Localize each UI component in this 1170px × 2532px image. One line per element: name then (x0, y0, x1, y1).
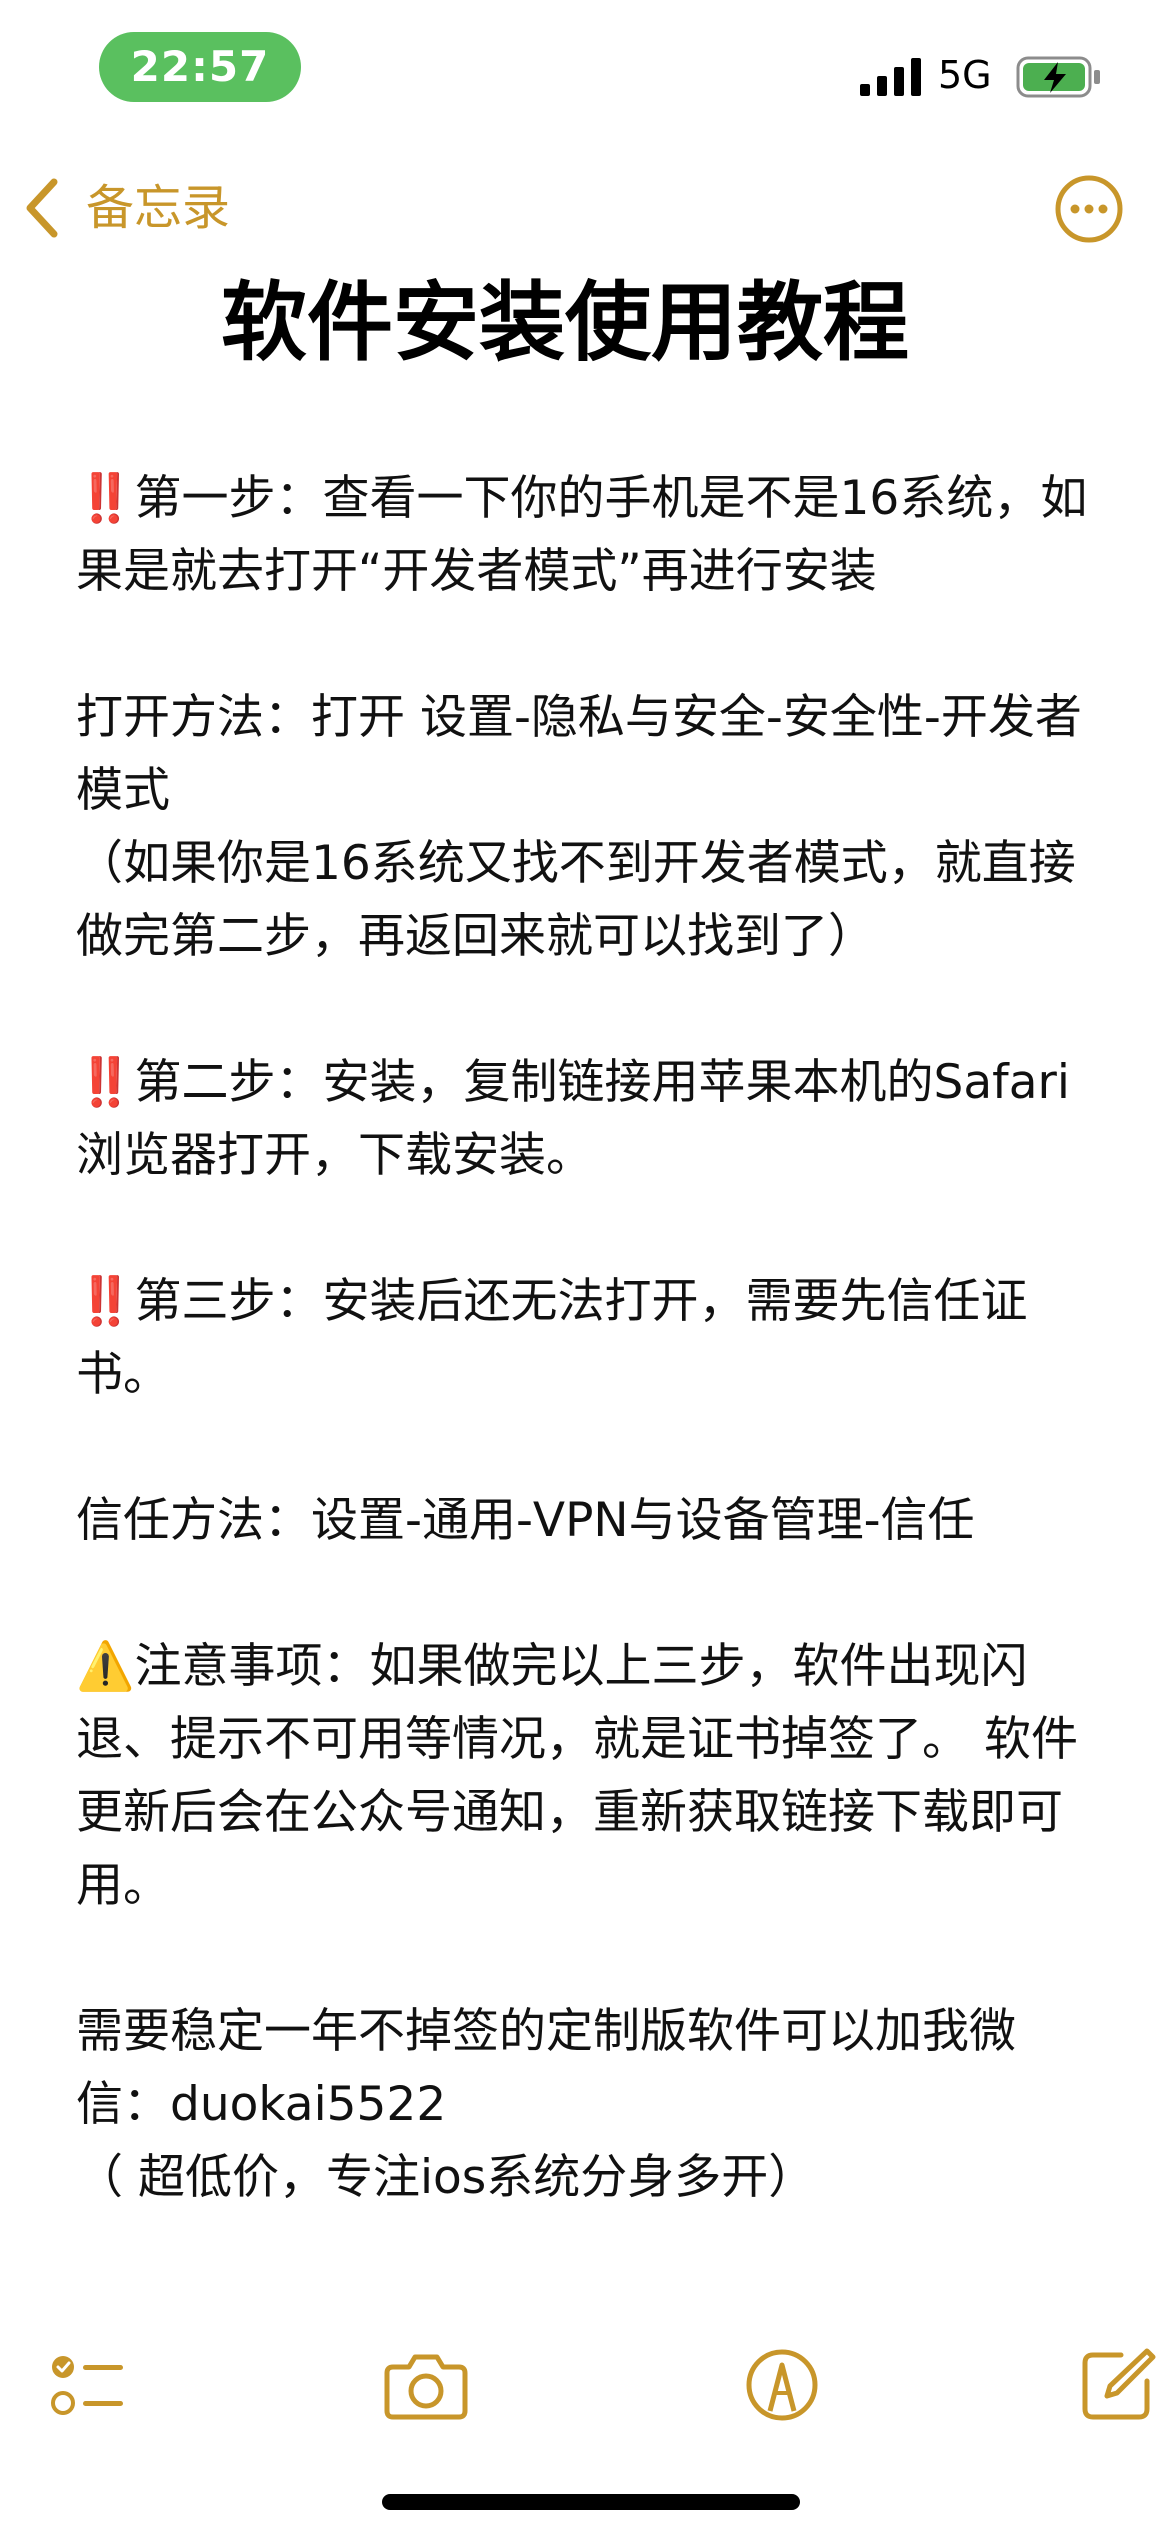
double-exclamation-icon: ‼️ (76, 1055, 135, 1110)
note-paragraph-trust-method: 信任方法：设置-通用-VPN与设备管理-信任 (76, 1493, 975, 1548)
markup-button[interactable] (737, 2340, 827, 2430)
back-button[interactable]: 备忘录 (22, 172, 230, 244)
chevron-left-icon (26, 178, 58, 238)
warning-triangle-icon: ⚠️ (76, 1639, 135, 1694)
note-paragraph-promo: （ 超低价，专注ios系统分身多开） (76, 2150, 816, 2205)
signal-bars-icon (860, 58, 921, 96)
checklist-button[interactable] (44, 2340, 134, 2430)
compose-icon (1082, 2348, 1156, 2420)
note-paragraph-open-hint: （如果你是16系统又找不到开发者模式，就直接做完第二步，再返回来就可以找到了） (76, 836, 1076, 964)
status-bar: 22:57 5G (0, 0, 1170, 140)
network-type: 5G (938, 53, 992, 97)
camera-icon (384, 2354, 468, 2420)
note-paragraph-step1: ‼️第一步：查看一下你的手机是不是16系统，如果是就去打开“开发者模式”再进行安… (76, 462, 1106, 608)
double-exclamation-icon: ‼️ (76, 471, 135, 526)
checklist-icon (51, 2356, 123, 2415)
note-paragraph-open-method: 打开方法：打开 设置-隐私与安全-安全性-开发者模式 (76, 690, 1082, 818)
double-exclamation-icon: ‼️ (76, 1274, 135, 1329)
note-paragraph-step2: ‼️第二步：安装，复制链接用苹果本机的Safari浏览器打开，下载安装。 (76, 1046, 1106, 1192)
note-body[interactable]: ‼️第一步：查看一下你的手机是不是16系统，如果是就去打开“开发者模式”再进行安… (76, 462, 1106, 2214)
back-label: 备忘录 (86, 180, 231, 236)
compose-button[interactable] (1072, 2340, 1162, 2430)
markup-pen-icon (746, 2349, 818, 2421)
status-time: 22:57 (99, 32, 301, 102)
charging-battery-icon (1016, 56, 1100, 98)
note-paragraph-step3: ‼️第三步：安装后还无法打开，需要先信任证书。 (76, 1265, 1106, 1411)
note-title[interactable]: 软件安装使用教程 (0, 268, 1170, 378)
ellipsis-circle-icon[interactable] (1054, 174, 1124, 244)
home-indicator[interactable] (382, 2494, 800, 2510)
note-paragraph-notice: ⚠️注意事项：如果做完以上三步，软件出现闪退、提示不可用等情况，就是证书掉签了。… (76, 1630, 1106, 1922)
camera-button[interactable] (381, 2340, 471, 2430)
bottom-toolbar (0, 2340, 1170, 2430)
note-paragraph-contact: 需要稳定一年不掉签的定制版软件可以加我微信：duokai5522 (76, 2004, 1016, 2132)
